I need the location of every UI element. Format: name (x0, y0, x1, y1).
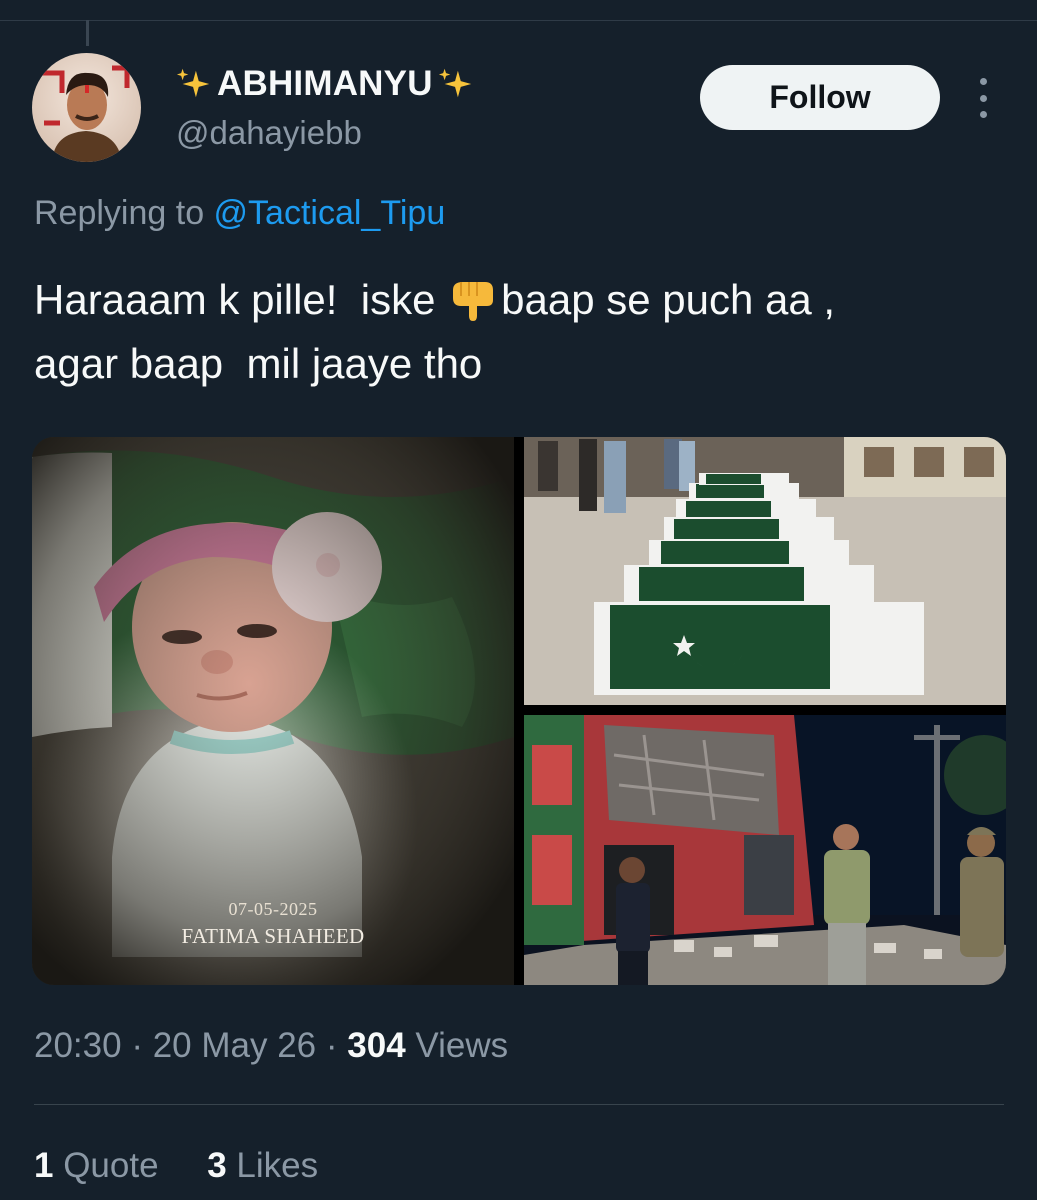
media-grid: 07-05-2025 FATIMA SHAHEED (32, 437, 1006, 985)
tweet-text-segment: Haraaam k pille! iske (34, 276, 448, 323)
more-dot (979, 111, 987, 118)
author-handle[interactable]: @dahayiebb (176, 114, 362, 152)
pointing-down-hand-emoji-icon (453, 282, 494, 321)
replying-to-line: Replying to @Tactical_Tipu (34, 194, 445, 233)
tweet-text-line-2: agar baap mil jaaye tho (34, 340, 483, 387)
coffins-photo (524, 437, 1006, 705)
views-count: 304 (347, 1026, 406, 1065)
post-date[interactable]: 20 May 26 (153, 1026, 316, 1065)
author-display-name[interactable]: ABHIMANYU (175, 64, 475, 104)
thread-connector-line (86, 20, 89, 46)
likes-label: Likes (236, 1146, 319, 1185)
tweet-text-segment: baap se puch aa , (501, 276, 836, 323)
meta-separator: · (325, 1026, 348, 1065)
views-label: Views (415, 1026, 509, 1065)
memorial-date: 07-05-2025 (228, 899, 318, 919)
avatar-image (32, 53, 141, 162)
memorial-name: FATIMA SHAHEED (181, 924, 365, 948)
meta-separator: · (131, 1026, 153, 1065)
stats-divider (34, 1104, 1004, 1105)
more-dot (979, 94, 987, 102)
likes-count: 3 (207, 1146, 227, 1185)
engagement-stats: 1 Quote 3 Likes (34, 1146, 318, 1186)
tweet-text: Haraaam k pille! iske baap se puch aa , … (34, 268, 1014, 396)
author-avatar[interactable] (32, 53, 141, 162)
more-dot (979, 78, 987, 85)
post-time[interactable]: 20:30 (34, 1026, 122, 1065)
tweet-text-line-1: Haraaam k pille! iske baap se puch aa , (34, 268, 1014, 332)
likes-stat[interactable]: 3 Likes (207, 1146, 318, 1185)
media-image-damaged-building[interactable] (524, 715, 1006, 985)
sparkles-emoji-icon (438, 68, 471, 98)
post-meta: 20:30 · 20 May 26 · 304 Views (34, 1026, 508, 1066)
more-vertical-icon[interactable] (970, 78, 996, 118)
stats-spacer (168, 1146, 197, 1185)
replying-to-prefix: Replying to (34, 194, 214, 232)
media-image-memorial[interactable]: 07-05-2025 FATIMA SHAHEED (32, 437, 514, 985)
quotes-label: Quote (63, 1146, 159, 1185)
top-divider (0, 20, 1037, 21)
reply-to-mention-link[interactable]: @Tactical_Tipu (214, 194, 446, 232)
damaged-building-photo (524, 715, 1006, 985)
follow-button[interactable]: Follow (700, 65, 940, 130)
media-image-coffins[interactable] (524, 437, 1006, 705)
quotes-stat[interactable]: 1 Quote (34, 1146, 159, 1185)
sparkles-emoji-icon (176, 68, 210, 98)
quotes-count: 1 (34, 1146, 54, 1185)
display-name-text: ABHIMANYU (217, 64, 433, 103)
